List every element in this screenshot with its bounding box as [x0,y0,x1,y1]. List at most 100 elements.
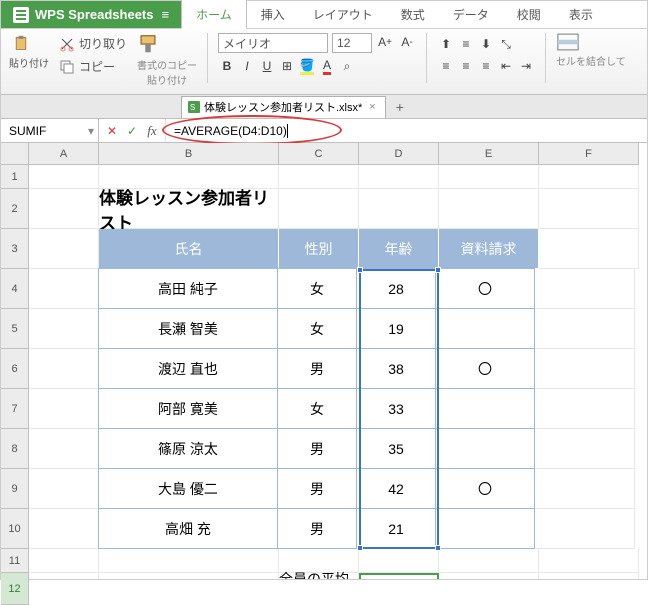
cell[interactable] [539,573,639,579]
col-header[interactable]: B [99,143,279,165]
bold-button[interactable]: B [218,57,236,75]
cell-gender[interactable]: 女 [277,388,357,429]
row-header[interactable]: 2 [1,189,29,229]
cell-gender[interactable]: 女 [277,308,357,349]
tab-formula[interactable]: 数式 [387,0,439,28]
header-cell[interactable]: 性別 [279,229,359,269]
cell-req[interactable] [435,508,535,549]
fx-icon[interactable]: fx [143,122,161,140]
cell[interactable] [535,349,635,389]
tab-view[interactable]: 表示 [555,0,607,28]
row-header[interactable]: 7 [1,389,29,429]
cell-name[interactable]: 篠原 涼太 [98,428,278,469]
increase-font-icon[interactable]: A+ [376,33,394,51]
font-select[interactable]: メイリオ [218,33,328,53]
cell-age[interactable]: 35 [356,428,436,469]
phonetic-button[interactable]: ⌕ [338,57,356,75]
font-size-select[interactable]: 12 [332,33,372,53]
fill-color-button[interactable]: 🪣 [298,57,316,75]
cell[interactable] [99,549,279,573]
cell[interactable] [439,573,539,579]
cell[interactable] [439,189,539,229]
cell[interactable] [29,165,99,189]
italic-button[interactable]: I [238,57,256,75]
tab-insert[interactable]: 挿入 [247,0,299,28]
align-bottom-icon[interactable]: ⬇ [477,35,495,53]
cell[interactable] [29,573,99,579]
cell[interactable] [535,269,635,309]
cell[interactable] [359,189,439,229]
dropdown-icon[interactable]: ▾ [88,124,94,138]
cell-name[interactable]: 高田 純子 [98,268,278,309]
border-button[interactable]: ⊞ [278,57,296,75]
row-header[interactable]: 4 [1,269,29,309]
cell-age[interactable]: 19 [356,308,436,349]
cancel-formula-icon[interactable]: ✕ [103,122,121,140]
cell[interactable] [29,429,99,469]
col-header[interactable]: E [439,143,539,165]
paste-button[interactable] [9,33,49,53]
cell[interactable] [29,389,99,429]
avg-label-cell[interactable]: 全員の平均年齢： [279,573,359,579]
cell-req[interactable]: 〇 [435,268,535,309]
cell-gender[interactable]: 女 [277,268,357,309]
formula-input[interactable]: =AVERAGE(D4:D10) [166,119,647,142]
cell[interactable] [535,429,635,469]
cell[interactable] [439,549,539,573]
grid[interactable]: A B C D E F 体験レッスン参加者リスト 氏名 性別 [29,143,647,579]
cell[interactable] [29,229,99,269]
cell-age[interactable]: 38 [356,348,436,389]
cell-req[interactable] [435,388,535,429]
cell-name[interactable]: 大島 優二 [98,468,278,509]
format-painter-group[interactable]: 書式のコピー 貼り付け [137,33,197,92]
orientation-icon[interactable]: ⤡ [497,35,515,53]
select-all-corner[interactable] [1,143,29,165]
cell[interactable] [99,573,279,579]
row-header-active[interactable]: 12 [1,573,29,605]
cell[interactable] [439,165,539,189]
align-left-icon[interactable]: ≡ [437,57,455,75]
row-header[interactable]: 6 [1,349,29,389]
row-header[interactable]: 1 [1,165,29,189]
title-cell[interactable]: 体験レッスン参加者リスト [99,189,279,229]
col-header[interactable]: F [539,143,639,165]
row-header[interactable]: 10 [1,509,29,549]
add-tab-button[interactable]: + [390,99,410,115]
indent-left-icon[interactable]: ⇤ [497,57,515,75]
cell[interactable] [29,189,99,229]
row-header[interactable]: 11 [1,549,29,573]
cell-req[interactable]: 〇 [435,348,535,389]
cell[interactable] [359,549,439,573]
cell-age[interactable]: 33 [356,388,436,429]
cell[interactable] [535,469,635,509]
align-top-icon[interactable]: ⬆ [437,35,455,53]
col-header[interactable]: D [359,143,439,165]
cell[interactable] [539,165,639,189]
col-header[interactable]: A [29,143,99,165]
cell-age[interactable]: 42 [356,468,436,509]
cut-button[interactable]: 切り取り [55,33,131,54]
accept-formula-icon[interactable]: ✓ [123,122,141,140]
cell[interactable] [279,165,359,189]
row-header[interactable]: 8 [1,429,29,469]
cell-req[interactable] [435,428,535,469]
tab-layout[interactable]: レイアウト [299,0,387,28]
cell[interactable] [535,309,635,349]
align-middle-icon[interactable]: ≡ [457,35,475,53]
align-right-icon[interactable]: ≡ [477,57,495,75]
cell-name[interactable]: 渡辺 直也 [98,348,278,389]
header-cell[interactable]: 資料請求 [439,229,539,269]
font-color-button[interactable]: A [318,57,336,75]
cell[interactable] [29,269,99,309]
cell-age[interactable]: 28 [356,268,436,309]
cell-gender[interactable]: 男 [277,508,357,549]
close-tab-icon[interactable]: × [366,101,378,113]
header-cell[interactable]: 氏名 [99,229,279,269]
cell[interactable] [29,349,99,389]
document-tab[interactable]: S 体験レッスン参加者リスト.xlsx* × [181,96,386,118]
merge-group[interactable]: セルを結合して [556,33,626,92]
row-header[interactable]: 5 [1,309,29,349]
cell-name[interactable]: 阿部 寛美 [98,388,278,429]
cell-gender[interactable]: 男 [277,428,357,469]
cell[interactable] [29,549,99,573]
